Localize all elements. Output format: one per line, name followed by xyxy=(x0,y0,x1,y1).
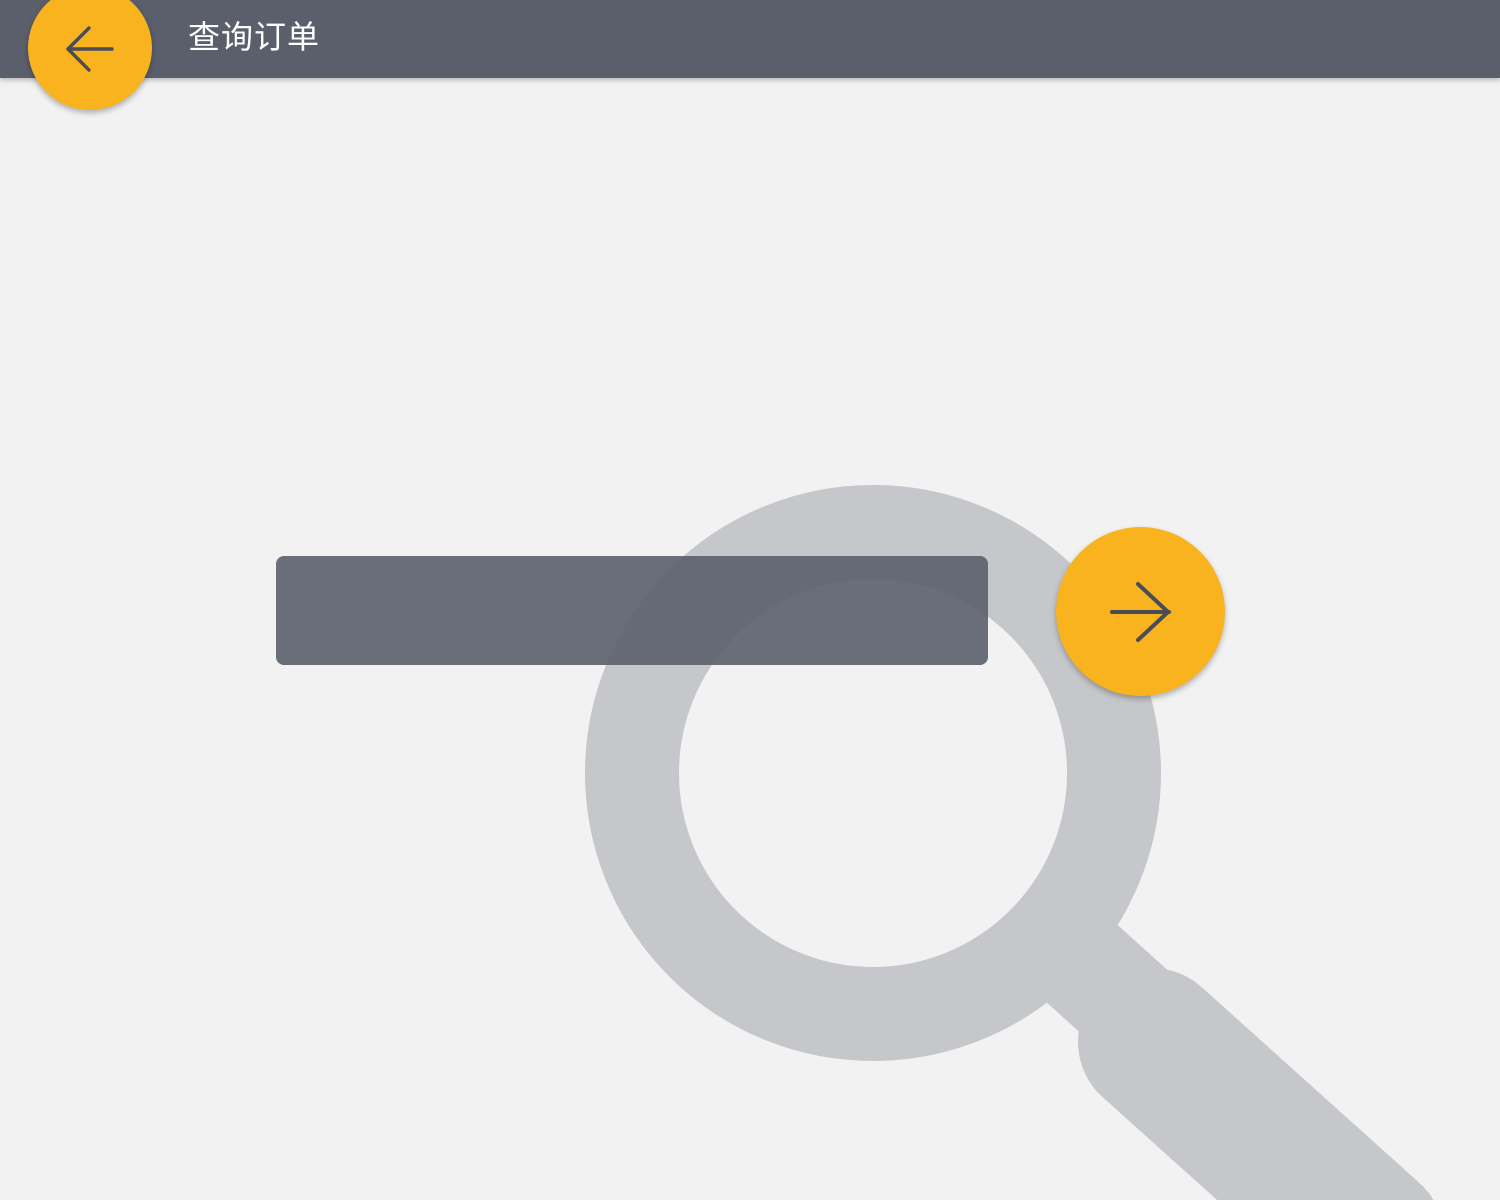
page-title: 查询订单 xyxy=(188,18,321,56)
arrow-left-icon xyxy=(66,26,114,72)
search-submit-button[interactable] xyxy=(1056,527,1225,696)
order-query-page: 查询订单 xyxy=(0,0,1500,1200)
arrow-right-icon xyxy=(1109,581,1171,642)
order-search-input[interactable] xyxy=(276,556,988,665)
app-header: 查询订单 xyxy=(0,0,1500,78)
